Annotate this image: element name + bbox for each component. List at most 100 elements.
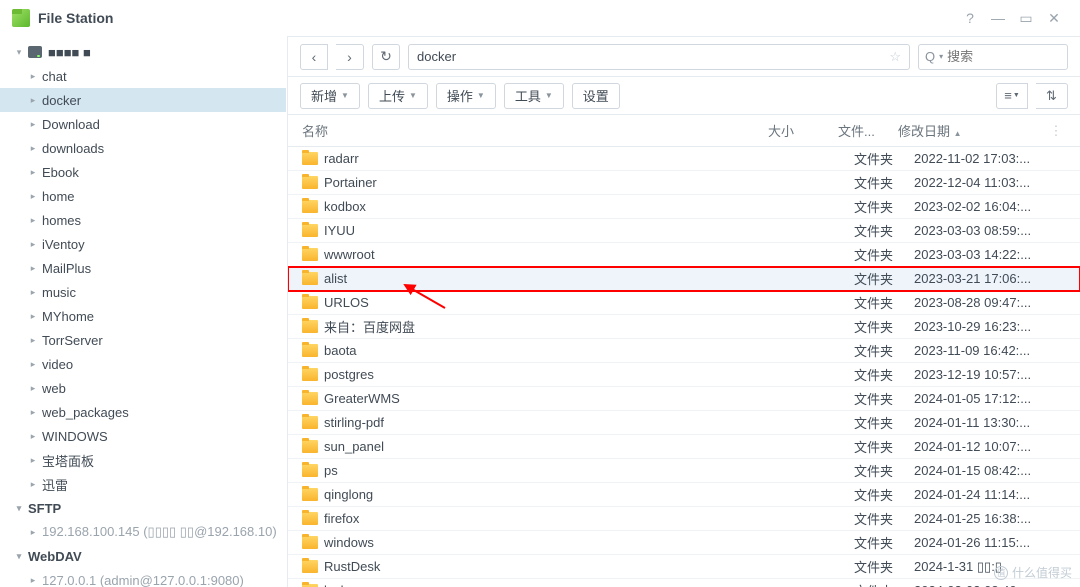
refresh-button[interactable]: ↻ bbox=[372, 44, 400, 70]
watermark-icon: 值 bbox=[994, 566, 1008, 580]
upload-button[interactable]: 上传▼ bbox=[368, 83, 428, 109]
help-button[interactable]: ? bbox=[956, 6, 984, 30]
table-row[interactable]: windows文件夹2024-01-26 11:15:... bbox=[288, 531, 1080, 555]
sidebar: ▾ ■■■■ ■ ▸chat▸docker▸Download▸downloads… bbox=[0, 36, 287, 587]
sidebar-item-chat[interactable]: ▸chat bbox=[0, 64, 286, 88]
column-headers: 名称 大小 文件... 修改日期 ▲ ⋮ bbox=[288, 115, 1080, 147]
search-bar[interactable]: Q▾ bbox=[918, 44, 1068, 70]
chevron-right-icon: ▸ bbox=[28, 527, 38, 537]
file-name: lucky bbox=[324, 583, 354, 587]
chevron-right-icon: ▸ bbox=[28, 239, 38, 249]
header-date[interactable]: 修改日期 ▲ bbox=[898, 121, 1048, 140]
table-row[interactable]: sun_panel文件夹2024-01-12 10:07:... bbox=[288, 435, 1080, 459]
sidebar-item-torrserver[interactable]: ▸ TorrServer bbox=[0, 328, 286, 352]
table-row[interactable]: Portainer文件夹2022-12-04 11:03:... bbox=[288, 171, 1080, 195]
close-button[interactable]: ✕ bbox=[1040, 6, 1068, 30]
forward-button[interactable]: › bbox=[336, 44, 364, 70]
search-input[interactable] bbox=[947, 49, 1080, 64]
table-row[interactable]: URLOS文件夹2023-08-28 09:47:... bbox=[288, 291, 1080, 315]
folder-icon bbox=[302, 248, 318, 261]
chevron-right-icon: ▸ bbox=[28, 383, 38, 393]
file-date: 2024-01-05 17:12:... bbox=[914, 391, 1064, 406]
table-row[interactable]: lucky文件夹2024-02-03 08:40:... bbox=[288, 579, 1080, 587]
star-icon[interactable]: ☆ bbox=[889, 49, 901, 65]
tree-label: TorrServer bbox=[42, 333, 103, 348]
table-row[interactable]: stirling-pdf文件夹2024-01-11 13:30:... bbox=[288, 411, 1080, 435]
table-row[interactable]: kodbox文件夹2023-02-02 16:04:... bbox=[288, 195, 1080, 219]
sidebar-item-迅雷[interactable]: ▸迅雷 bbox=[0, 472, 286, 496]
view-sort-button[interactable]: ⇅ bbox=[1036, 83, 1068, 109]
sidebar-item-home[interactable]: ▸home bbox=[0, 184, 286, 208]
maximize-button[interactable]: ▭ bbox=[1012, 6, 1040, 30]
tree-label: docker bbox=[42, 93, 81, 108]
table-row[interactable]: firefox文件夹2024-01-25 16:38:... bbox=[288, 507, 1080, 531]
sidebar-item-myhome[interactable]: ▸MYhome bbox=[0, 304, 286, 328]
sidebar-item-downloads[interactable]: ▸downloads bbox=[0, 136, 286, 160]
table-row[interactable]: GreaterWMS文件夹2024-01-05 17:12:... bbox=[288, 387, 1080, 411]
table-row[interactable]: ps文件夹2024-01-15 08:42:... bbox=[288, 459, 1080, 483]
tree-label: Download bbox=[42, 117, 100, 132]
file-type: 文件夹 bbox=[854, 269, 914, 288]
action-toolbar: 新增▼ 上传▼ 操作▼ 工具▼ 设置 ≡▼ ⇅ bbox=[288, 77, 1080, 115]
folder-icon bbox=[302, 464, 318, 477]
file-date: 2024-01-15 08:42:... bbox=[914, 463, 1064, 478]
file-date: 2023-03-21 17:06:... bbox=[914, 271, 1064, 286]
table-row[interactable]: wwwroot文件夹2023-03-03 14:22:... bbox=[288, 243, 1080, 267]
file-type: 文件夹 bbox=[854, 173, 914, 192]
header-size[interactable]: 大小 bbox=[768, 121, 838, 140]
chevron-right-icon: ▸ bbox=[28, 431, 38, 441]
sidebar-item-iventoy[interactable]: ▸iVentoy bbox=[0, 232, 286, 256]
tree-label: Ebook bbox=[42, 165, 79, 180]
folder-icon bbox=[302, 176, 318, 189]
tree-webdav-host[interactable]: ▸ 127.0.0.1 (admin@127.0.0.1:9080) bbox=[0, 568, 286, 587]
sidebar-item-web[interactable]: ▸ web bbox=[0, 376, 286, 400]
back-button[interactable]: ‹ bbox=[300, 44, 328, 70]
file-type: 文件夹 bbox=[854, 149, 914, 168]
folder-icon bbox=[302, 368, 318, 381]
tree-section-sftp[interactable]: ▾ SFTP bbox=[0, 496, 286, 520]
minimize-button[interactable]: — bbox=[984, 6, 1012, 30]
table-row[interactable]: radarr文件夹2022-11-02 17:03:... bbox=[288, 147, 1080, 171]
table-row[interactable]: 来自：百度网盘文件夹2023-10-29 16:23:... bbox=[288, 315, 1080, 339]
chevron-right-icon: ▸ bbox=[28, 359, 38, 369]
header-type[interactable]: 文件... bbox=[838, 121, 898, 140]
header-menu[interactable]: ⋮ bbox=[1048, 123, 1064, 139]
table-row[interactable]: qinglong文件夹2024-01-24 11:14:... bbox=[288, 483, 1080, 507]
chevron-right-icon: ▸ bbox=[28, 71, 38, 81]
tools-button[interactable]: 工具▼ bbox=[504, 83, 564, 109]
sidebar-item-ebook[interactable]: ▸Ebook bbox=[0, 160, 286, 184]
sidebar-item-mailplus[interactable]: ▸MailPlus bbox=[0, 256, 286, 280]
path-bar[interactable]: docker ☆ bbox=[408, 44, 910, 70]
watermark: 值 什么值得买 bbox=[994, 564, 1072, 581]
tree-sftp-host[interactable]: ▸ 192.168.100.145 (▯▯▯▯ ▯▯@192.168.10) bbox=[0, 520, 286, 544]
table-row[interactable]: RustDesk文件夹2024-1-31 ▯▯:▯ bbox=[288, 555, 1080, 579]
tree-label: 宝塔面板 bbox=[42, 451, 94, 470]
sidebar-item-download[interactable]: ▸Download bbox=[0, 112, 286, 136]
sidebar-item-video[interactable]: ▸video bbox=[0, 352, 286, 376]
table-row[interactable]: alist文件夹2023-03-21 17:06:... bbox=[288, 267, 1080, 291]
folder-icon bbox=[302, 320, 318, 333]
view-list-button[interactable]: ≡▼ bbox=[996, 83, 1028, 109]
file-name: IYUU bbox=[324, 223, 355, 238]
file-date: 2023-03-03 08:59:... bbox=[914, 223, 1064, 238]
tree-label: web bbox=[42, 381, 66, 396]
new-button[interactable]: 新增▼ bbox=[300, 83, 360, 109]
chevron-right-icon: ▸ bbox=[28, 311, 38, 321]
sidebar-item-homes[interactable]: ▸homes bbox=[0, 208, 286, 232]
table-row[interactable]: postgres文件夹2023-12-19 10:57:... bbox=[288, 363, 1080, 387]
sidebar-item-docker[interactable]: ▸docker bbox=[0, 88, 286, 112]
action-button[interactable]: 操作▼ bbox=[436, 83, 496, 109]
sidebar-item-宝塔面板[interactable]: ▸宝塔面板 bbox=[0, 448, 286, 472]
chevron-right-icon: ▸ bbox=[28, 335, 38, 345]
sidebar-item-windows[interactable]: ▸WINDOWS bbox=[0, 424, 286, 448]
tree-section-webdav[interactable]: ▾ WebDAV bbox=[0, 544, 286, 568]
sidebar-item-music[interactable]: ▸music bbox=[0, 280, 286, 304]
titlebar: File Station ? — ▭ ✕ bbox=[0, 0, 1080, 36]
table-row[interactable]: IYUU文件夹2023-03-03 08:59:... bbox=[288, 219, 1080, 243]
sidebar-item-web_packages[interactable]: ▸web_packages bbox=[0, 400, 286, 424]
tree-root[interactable]: ▾ ■■■■ ■ bbox=[0, 40, 286, 64]
header-name[interactable]: 名称 bbox=[288, 121, 768, 140]
folder-icon bbox=[302, 416, 318, 429]
table-row[interactable]: baota文件夹2023-11-09 16:42:... bbox=[288, 339, 1080, 363]
settings-button[interactable]: 设置 bbox=[572, 83, 620, 109]
